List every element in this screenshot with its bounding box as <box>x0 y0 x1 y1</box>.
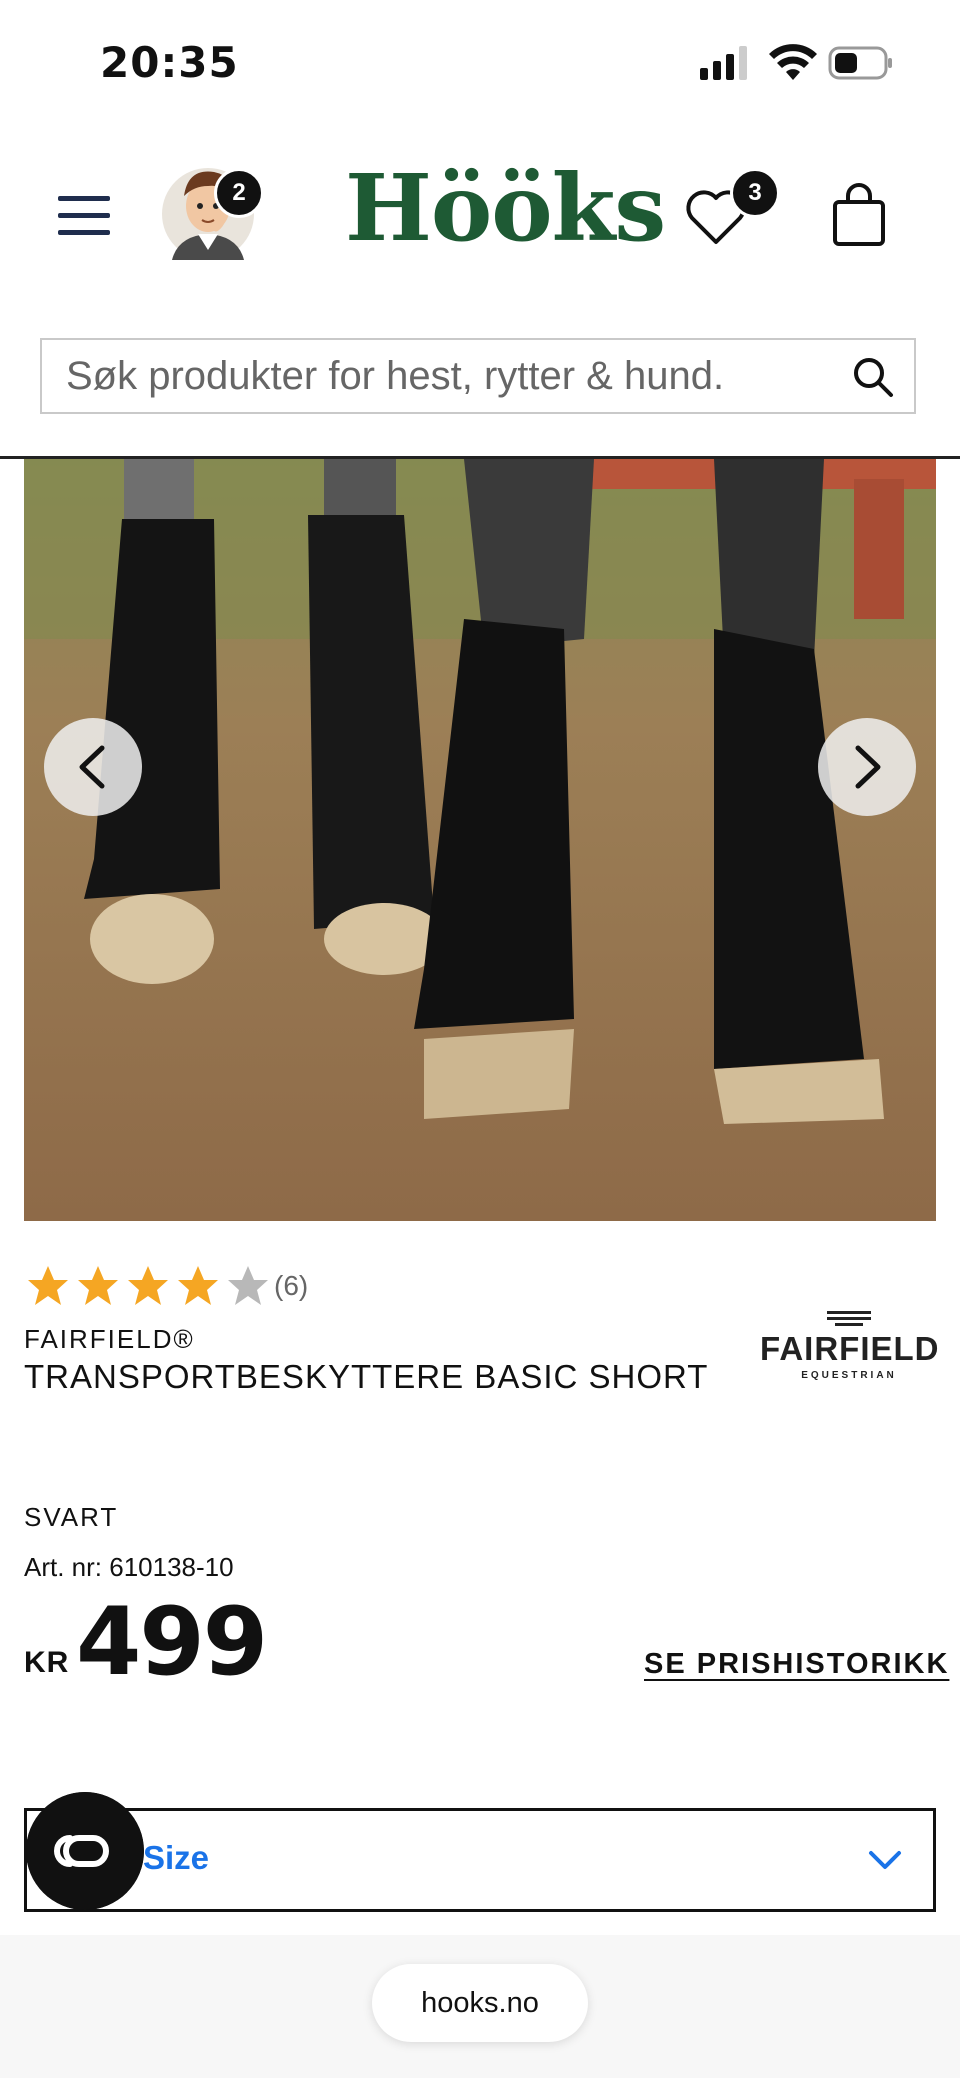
chevron-down-icon <box>869 1851 901 1869</box>
browser-url-pill[interactable]: hooks.no <box>372 1964 588 2042</box>
size-select[interactable]: Size <box>24 1808 936 1912</box>
price-currency: KR <box>24 1646 70 1679</box>
search-input[interactable] <box>66 340 826 412</box>
wishlist-count-badge: 3 <box>730 168 780 218</box>
rating-stars[interactable] <box>26 1264 270 1308</box>
price-history-link[interactable]: SE PRISHISTORIKK <box>644 1648 949 1681</box>
brand-logo-sub: EQUESTRIAN <box>801 1370 897 1381</box>
star-filled-icon <box>28 1266 68 1305</box>
battery-icon <box>828 46 892 80</box>
chat-widget-button[interactable] <box>26 1792 144 1910</box>
wifi-icon <box>769 44 817 80</box>
search-bar <box>40 338 916 414</box>
star-filled-icon <box>128 1266 168 1305</box>
product-image[interactable] <box>24 459 936 1221</box>
star-empty-icon <box>228 1266 268 1305</box>
size-select-label: Size <box>143 1839 210 1876</box>
brand-logo-mark-icon <box>827 1311 871 1326</box>
star-filled-icon <box>78 1266 118 1305</box>
product-price: 499 <box>76 1588 268 1697</box>
brand-logo-name: FAIRFIELD <box>760 1330 940 1367</box>
article-number: Art. nr: 610138-10 <box>24 1552 234 1582</box>
chevron-left-icon <box>79 745 105 789</box>
review-count[interactable]: (6) <box>274 1270 308 1302</box>
chevron-right-icon <box>855 745 881 789</box>
search-icon[interactable] <box>852 356 894 398</box>
site-logo[interactable]: Hööks <box>345 162 666 254</box>
brand-logo[interactable]: FAIRFIELD EQUESTRIAN <box>760 1310 940 1384</box>
shopping-bag-icon[interactable] <box>830 182 888 248</box>
product-brand: FAIRFIELD® <box>24 1324 195 1354</box>
star-filled-icon <box>178 1266 218 1305</box>
status-time: 20:35 <box>100 38 239 87</box>
menu-icon[interactable] <box>56 192 112 240</box>
product-title: TRANSPORTBESKYTTERE BASIC SHORT <box>24 1358 709 1395</box>
avatar-notification-badge: 2 <box>214 168 264 218</box>
carousel-next-button[interactable] <box>818 718 916 816</box>
cellular-signal-icon <box>700 46 747 80</box>
carousel-prev-button[interactable] <box>44 718 142 816</box>
product-color: SVART <box>24 1502 119 1532</box>
